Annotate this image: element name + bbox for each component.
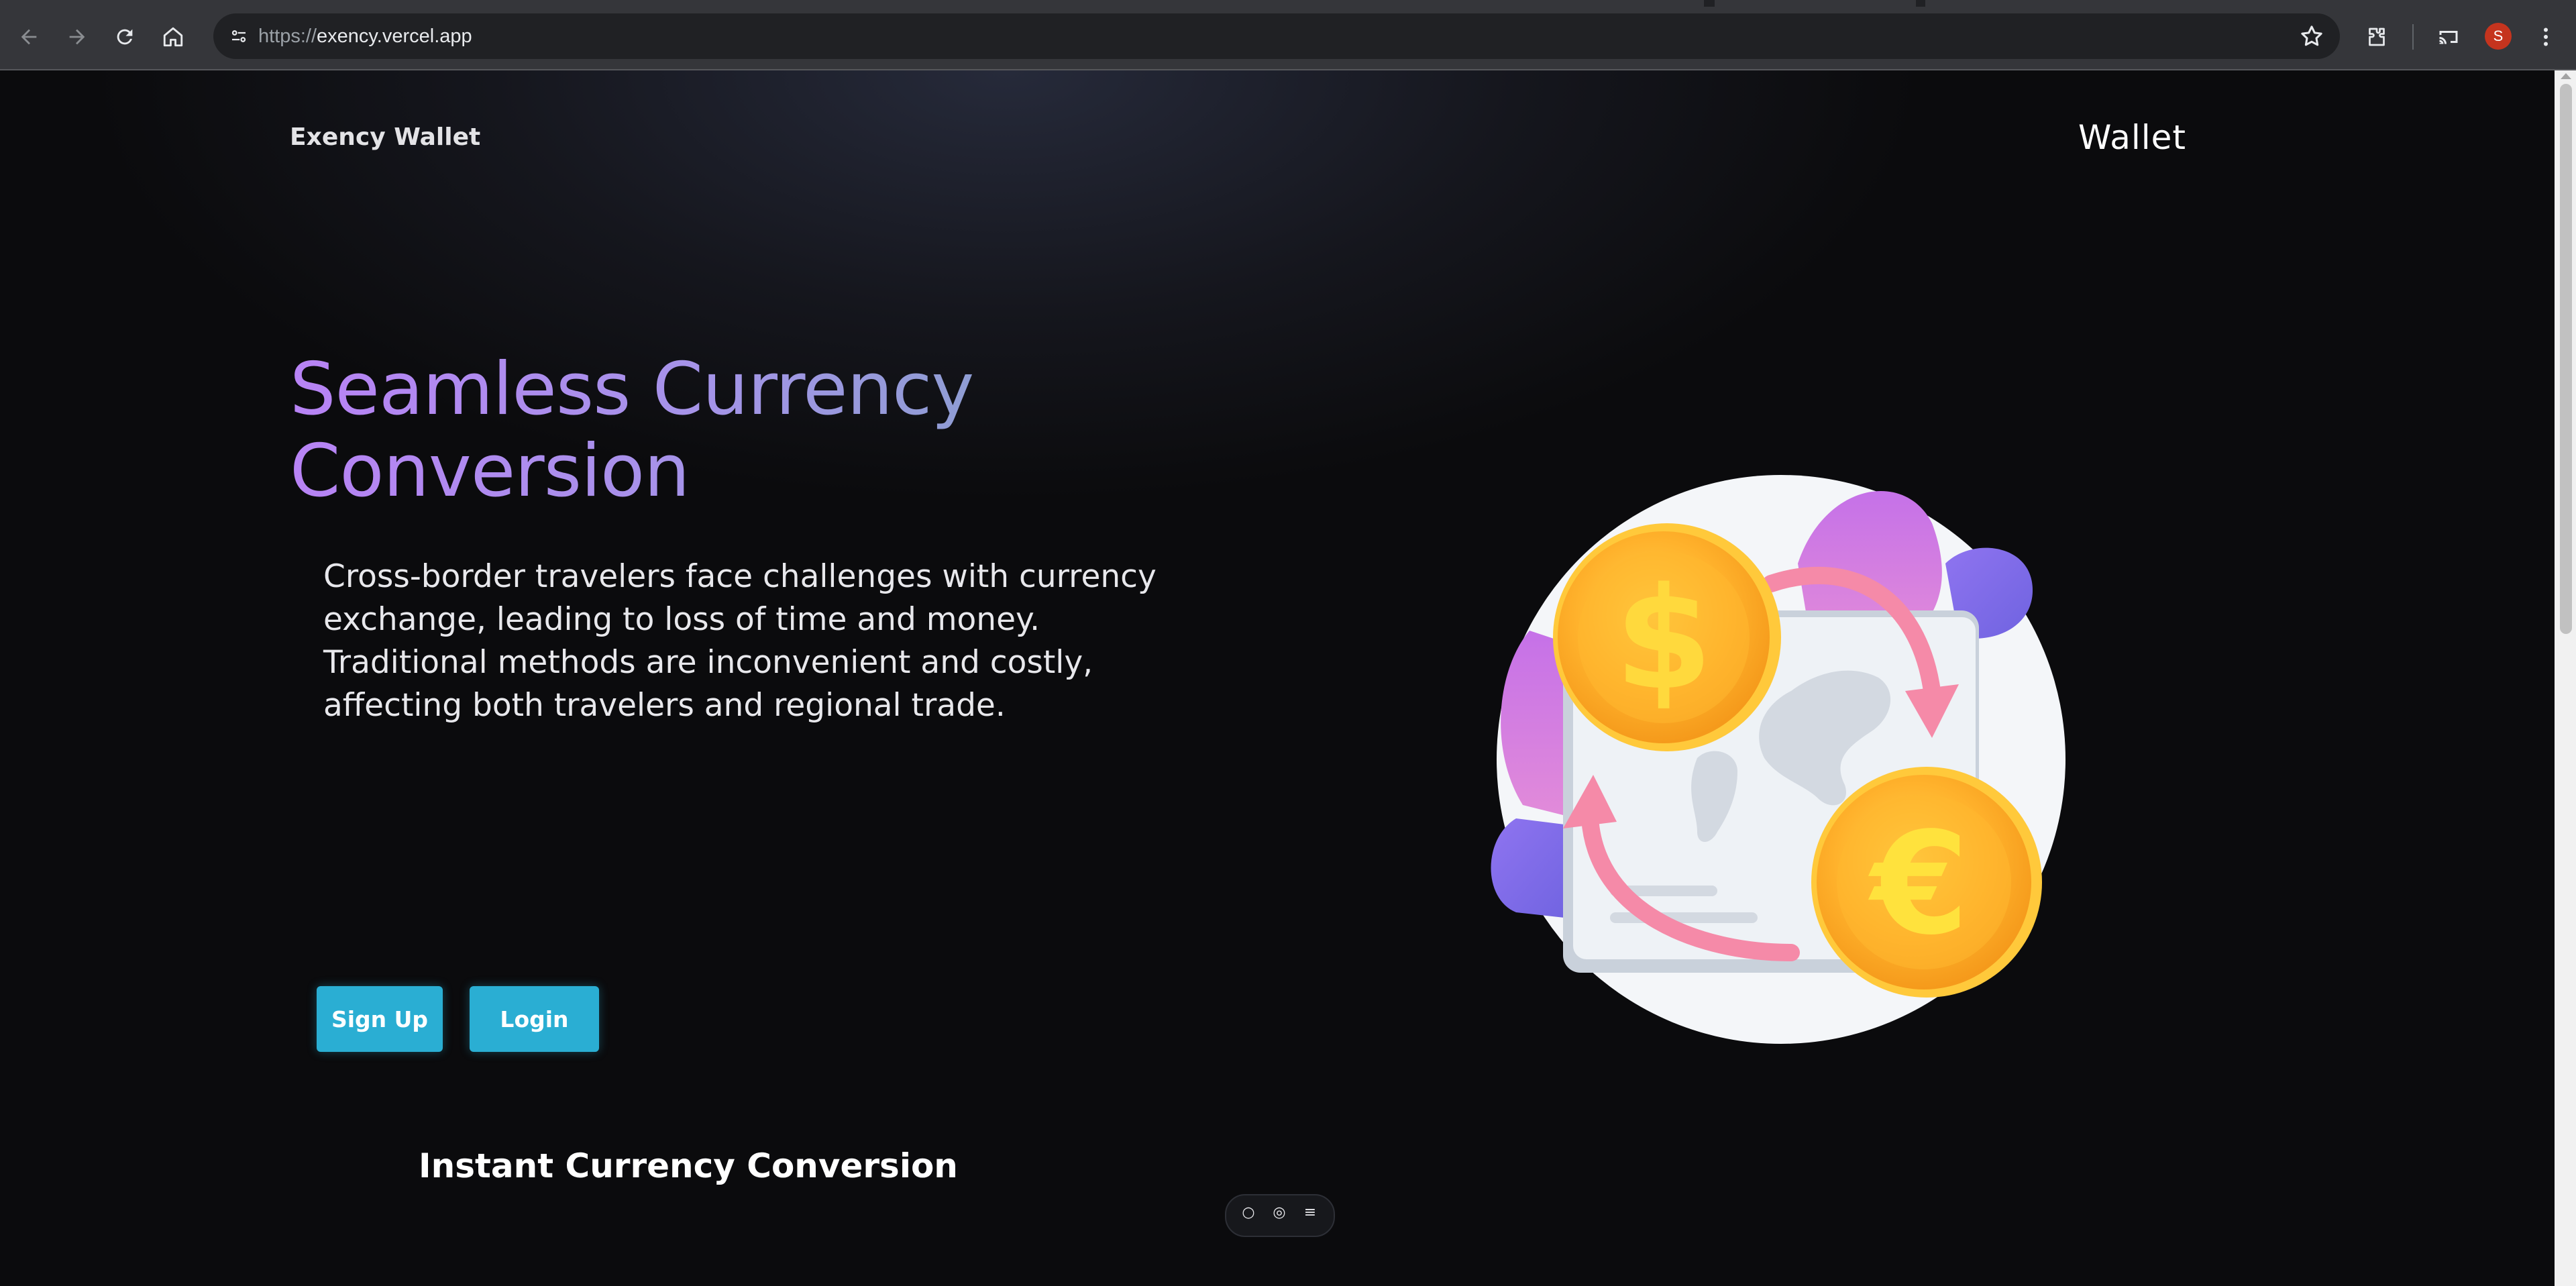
- dollar-coin-icon: $: [1553, 523, 1781, 751]
- sign-up-button[interactable]: Sign Up: [317, 986, 443, 1052]
- nav-link-wallet[interactable]: Wallet: [2078, 117, 2186, 158]
- view-icon[interactable]: ◎: [1271, 1203, 1288, 1221]
- extensions-icon: [2369, 28, 2385, 46]
- menu-kebab-icon: [2544, 28, 2548, 46]
- site-info-icon: [231, 30, 246, 42]
- hero-title-line-1: Seamless Currency: [290, 347, 974, 431]
- section-title-instant-conversion: Instant Currency Conversion: [419, 1146, 958, 1185]
- url-text[interactable]: https://exency.vercel.app: [258, 23, 472, 50]
- hero-title: Seamless Currency Conversion: [290, 349, 1216, 513]
- back-icon: [21, 29, 37, 45]
- profile-avatar[interactable]: S: [2485, 23, 2512, 50]
- home-button[interactable]: [156, 20, 190, 54]
- hero-title-line-2: Conversion: [290, 429, 690, 513]
- home-icon: [163, 27, 183, 47]
- euro-symbol: €: [1868, 802, 1969, 966]
- scroll-up-arrow-icon[interactable]: [2561, 73, 2571, 79]
- site-info-button[interactable]: [223, 20, 255, 52]
- search-icon[interactable]: ○: [1240, 1203, 1257, 1221]
- reload-button[interactable]: [108, 20, 142, 54]
- extensions-button[interactable]: [2360, 20, 2394, 54]
- settings-sliders-icon[interactable]: ≡: [1301, 1203, 1319, 1221]
- toolbar-separator: [2412, 24, 2414, 50]
- brand-logo-text[interactable]: Exency Wallet: [290, 121, 480, 154]
- cast-button[interactable]: [2432, 20, 2465, 54]
- dollar-symbol: $: [1615, 557, 1713, 721]
- back-button[interactable]: [12, 20, 46, 54]
- browser-toolbar: https://exency.vercel.app S: [0, 0, 2576, 70]
- euro-coin-icon: €: [1811, 767, 2042, 998]
- forward-icon: [69, 29, 85, 45]
- url-host: exency.vercel.app: [317, 25, 472, 47]
- bookmark-star-icon[interactable]: [2298, 23, 2325, 50]
- reload-icon: [117, 29, 133, 45]
- browser-menu-button[interactable]: [2529, 20, 2563, 54]
- forward-button[interactable]: [60, 20, 94, 54]
- cast-icon: [2439, 31, 2458, 44]
- login-button[interactable]: Login: [470, 986, 599, 1052]
- scrollbar-thumb[interactable]: [2560, 84, 2572, 634]
- address-bar[interactable]: https://exency.vercel.app: [213, 13, 2340, 59]
- page-scrollbar[interactable]: [2555, 70, 2576, 1286]
- tab-strip: [0, 0, 2576, 7]
- url-scheme: https://: [258, 25, 317, 47]
- page-viewport: Exency Wallet Wallet Seamless Currency Co…: [0, 70, 2555, 1286]
- hero-description: Cross-border travelers face challenges w…: [323, 558, 1157, 724]
- floating-dev-toolbar[interactable]: ○ ◎ ≡: [1225, 1194, 1335, 1237]
- currency-exchange-illustration: $ €: [1491, 475, 2065, 1044]
